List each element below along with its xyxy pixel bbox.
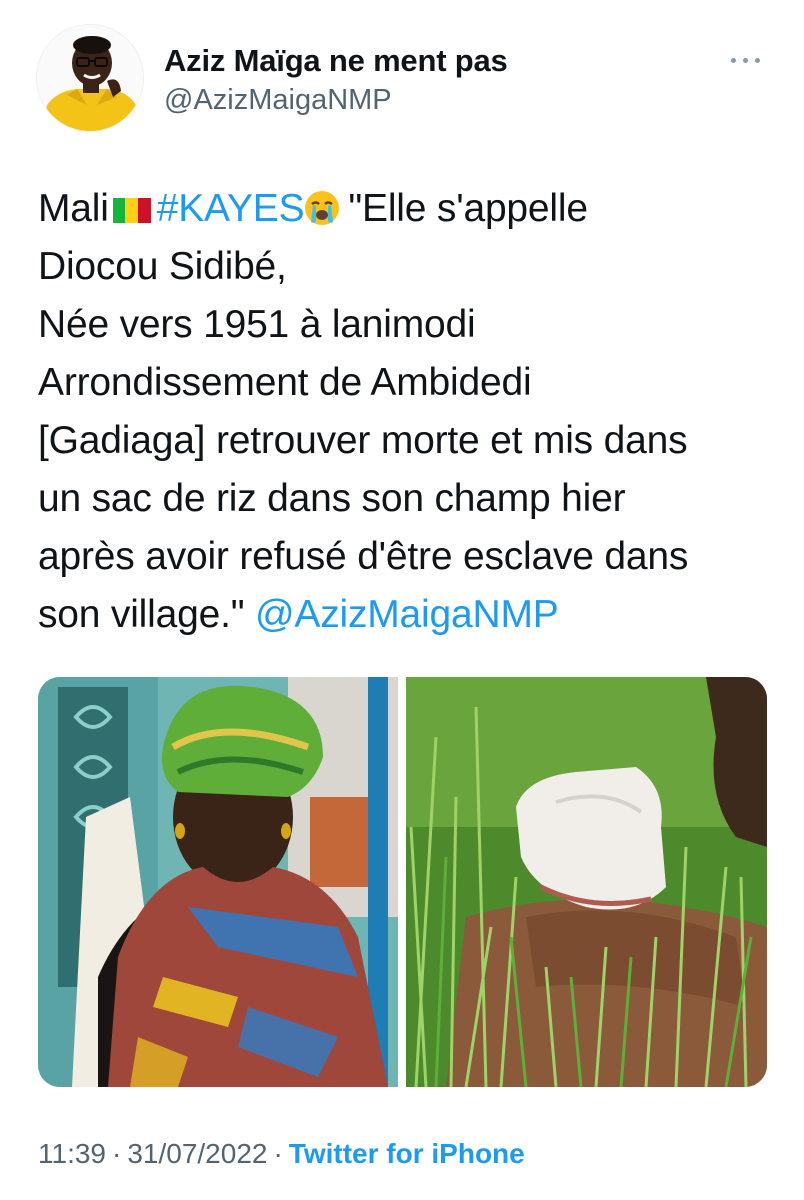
author-names: Aziz Maïga ne ment pas @AzizMaigaNMP	[164, 42, 508, 118]
tweet-source-link[interactable]: Twitter for iPhone	[289, 1138, 525, 1169]
tweet-meta: 11:39 · 31/07/2022 · Twitter for iPhone	[38, 1134, 525, 1174]
tweet-time[interactable]: 11:39	[38, 1138, 106, 1169]
tweet-line-4: Arrondissement de Ambidedi	[38, 361, 532, 404]
more-horizontal-icon[interactable]	[728, 50, 764, 70]
tweet-line-8: son village." @AzizMaigaNMP	[38, 586, 778, 644]
mention-link[interactable]: @AzizMaigaNMP	[255, 593, 559, 636]
author-handle[interactable]: @AzizMaigaNMP	[164, 82, 508, 118]
country-text: Mali	[38, 187, 109, 230]
author-display-name[interactable]: Aziz Maïga ne ment pas	[164, 42, 508, 80]
quote-end-text: son village."	[38, 593, 245, 636]
tweet-line-1: Mali #KAYES "Elle s'appelle	[38, 180, 778, 238]
meta-separator-1: ·	[112, 1138, 122, 1169]
tweet-line-7: après avoir refusé d'être esclave dans	[38, 535, 689, 578]
photo-sack-in-grass[interactable]	[406, 677, 767, 1087]
loudly-crying-face-icon	[305, 191, 340, 225]
photo-elderly-woman[interactable]	[38, 677, 398, 1087]
tweet-text: Mali #KAYES "Elle s'appelle Diocou Sidibé,…	[38, 180, 778, 644]
tweet-line-2: Diocou Sidibé,	[38, 245, 287, 288]
tweet-header: Aziz Maïga ne ment pas @AzizMaigaNMP	[36, 24, 768, 136]
media-gallery	[38, 677, 767, 1087]
tweet-date[interactable]: 31/07/2022	[127, 1138, 267, 1169]
tweet-line-3: Née vers 1951 à lanimodi	[38, 303, 476, 346]
quote-start-text: "Elle s'appelle	[348, 187, 588, 230]
meta-separator-2: ·	[273, 1138, 283, 1169]
hashtag-link[interactable]: #KAYES	[157, 187, 305, 230]
tweet-line-6: un sac de riz dans son champ hier	[38, 477, 626, 520]
tweet-line-5: [Gadiaga] retrouver morte et mis dans	[38, 419, 688, 462]
author-avatar[interactable]	[36, 24, 144, 132]
flag-mali-icon	[112, 182, 151, 223]
